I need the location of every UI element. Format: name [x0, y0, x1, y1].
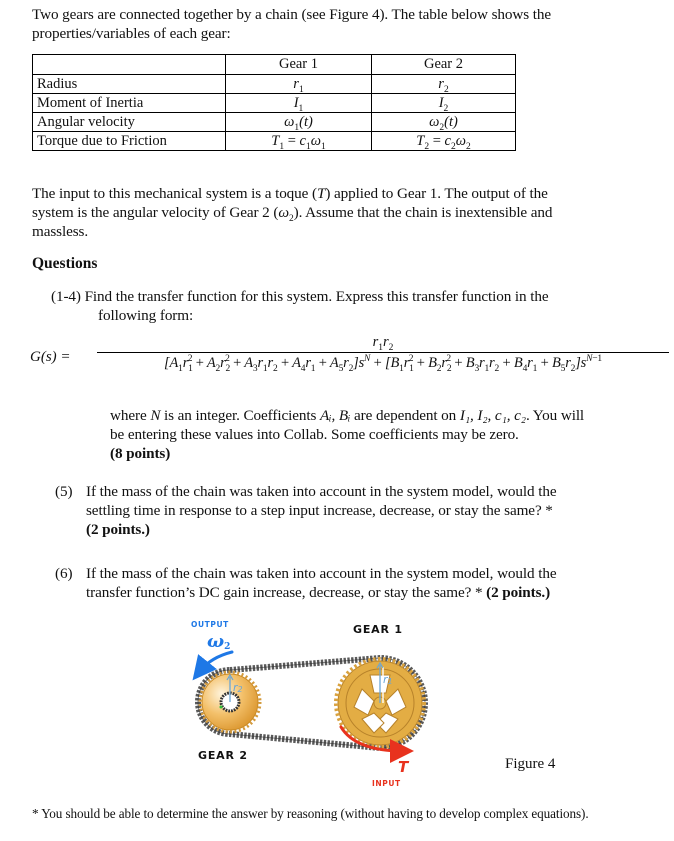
figure-caption: Figure 4 — [505, 756, 556, 772]
fraction-bar — [97, 352, 669, 353]
q5-line-2: settling time in response to a step inpu… — [86, 502, 553, 519]
equation-numerator: r1r2 — [372, 334, 394, 353]
questions-heading: Questions — [32, 255, 98, 272]
footnote: * You should be able to determine the an… — [32, 806, 589, 821]
intro-line-2: properties/variables of each gear: — [32, 25, 231, 42]
intro-line-1: Two gears are connected together by a ch… — [32, 6, 551, 23]
system-line-1: The input to this mechanical system is a… — [32, 185, 548, 202]
question-1-4-notes: where N is an integer. Coefficients Aᵢ, … — [110, 406, 665, 463]
row-label-radius: Radius — [32, 74, 226, 94]
gear2-friction-torque: T2 = c2ω2 — [371, 131, 516, 151]
q5-line-1: (5) If the mass of the chain was taken in… — [55, 483, 557, 500]
transfer-function-fraction: r1r2 [A1r12 + A2r22 + A3r1r2 + A4r1 + A5… — [97, 333, 669, 374]
intro-paragraph: Two gears are connected together by a ch… — [32, 5, 662, 43]
gear2-inertia: I2 — [371, 93, 516, 113]
q6-number: (6) — [55, 565, 73, 582]
gear1-friction-torque: T1 = c1ω1 — [225, 131, 372, 151]
question-5: (5) If the mass of the chain was taken in… — [55, 482, 665, 539]
q1-number: (1-4) — [51, 288, 81, 305]
table-row: Radius r1 r2 — [32, 74, 516, 94]
q5-points: (2 points.) — [86, 521, 150, 538]
gear-2-label: GEAR 2 — [198, 749, 248, 762]
equation-lhs: G(s) = — [30, 349, 71, 365]
table-header-gear2: Gear 2 — [371, 54, 516, 75]
question-1-4: (1-4) Find the transfer function for thi… — [51, 287, 661, 325]
gear1-inertia: I1 — [225, 93, 372, 113]
table-row: Angular velocity ω1(t) ω2(t) — [32, 112, 516, 132]
gear-2: r2 — [198, 670, 262, 734]
system-description: The input to this mechanical system is a… — [32, 184, 662, 241]
gear1-angular-velocity: ω1(t) — [225, 112, 372, 132]
table-header-gear1: Gear 1 — [225, 54, 372, 75]
gear-properties-table: Gear 1 Gear 2 Radius r1 r2 Moment of Ine… — [32, 54, 516, 151]
row-label-inertia: Moment of Inertia — [32, 93, 226, 113]
figure-4-gear-chain-diagram: r2 r1 OUTPUT ω2 T INPUT GEAR 1 GEAR 2 — [191, 620, 428, 788]
q6-line-1: (6) If the mass of the chain was taken in… — [55, 565, 557, 582]
equation-denominator: [A1r12 + A2r22 + A3r1r2 + A4r1 + A5r2]sN… — [164, 354, 602, 374]
input-label: INPUT — [372, 779, 401, 788]
table-row: Torque due to Friction T1 = c1ω1 T2 = c2… — [32, 131, 516, 151]
row-label-angular-velocity: Angular velocity — [32, 112, 226, 132]
gear-1-label: GEAR 1 — [353, 623, 403, 636]
notes-line-2: be entering these values into Collab. So… — [110, 426, 519, 443]
omega2-label: ω2 — [207, 631, 230, 652]
q6-line-2: transfer function’s DC gain increase, de… — [86, 584, 551, 601]
table-header-empty — [32, 54, 226, 75]
torque-label: T — [398, 758, 410, 776]
q1-line-1: (1-4) Find the transfer function for thi… — [51, 288, 549, 305]
question-6: (6) If the mass of the chain was taken in… — [55, 564, 665, 602]
output-label: OUTPUT — [191, 620, 229, 629]
system-line-3: massless. — [32, 223, 89, 240]
gear2-radius: r2 — [371, 74, 516, 94]
q5-number: (5) — [55, 483, 73, 500]
gear1-radius: r1 — [225, 74, 372, 94]
table-row: Moment of Inertia I1 I2 — [32, 93, 516, 113]
table-header-row: Gear 1 Gear 2 — [32, 54, 516, 75]
q6-points: (2 points.) — [486, 584, 551, 601]
gear2-angular-velocity: ω2(t) — [371, 112, 516, 132]
q1-line-2: following form: — [98, 307, 194, 324]
q1-points: (8 points) — [110, 445, 171, 462]
system-line-2: system is the angular velocity of Gear 2… — [32, 204, 553, 225]
notes-line-1: where N is an integer. Coefficients Aᵢ, … — [110, 407, 585, 424]
row-label-friction-torque: Torque due to Friction — [32, 131, 226, 151]
